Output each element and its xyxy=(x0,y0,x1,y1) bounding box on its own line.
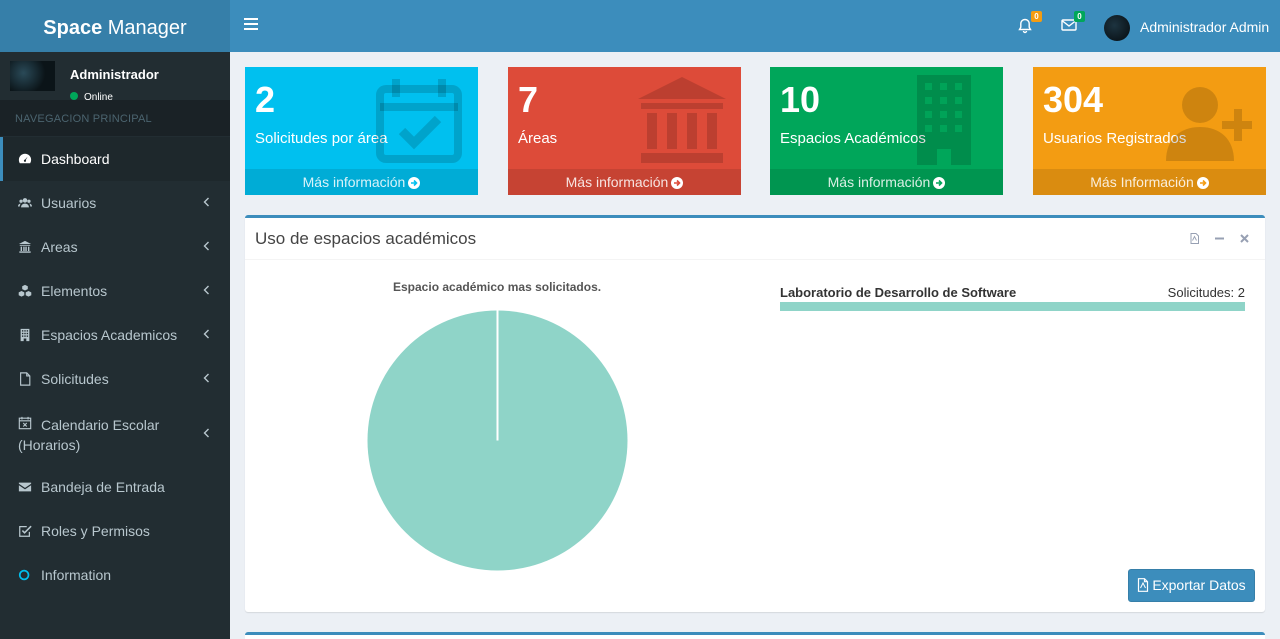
panel-title: Uso de espacios académicos xyxy=(255,229,477,248)
sidebar-item-areas[interactable]: Areas xyxy=(0,225,230,269)
sidebar-user-name: Administrador xyxy=(70,67,159,82)
sidebar-item-label: Areas xyxy=(41,239,78,255)
sidebar-user-image xyxy=(10,61,55,91)
sidebar-menu: Dashboard Usuarios Areas Elementos Espac… xyxy=(0,137,230,597)
stat-box-solicitudes: 2 Solicitudes por área Más información xyxy=(245,67,478,195)
progress-bar-fill xyxy=(780,302,1245,311)
institution-large-icon xyxy=(638,77,726,163)
stat-value: 10 xyxy=(780,79,821,120)
stat-more-info-link[interactable]: Más información xyxy=(508,169,741,195)
stat-more-info-link[interactable]: Más información xyxy=(770,169,1003,195)
sidebar-item-elementos[interactable]: Elementos xyxy=(0,269,230,313)
cubes-icon xyxy=(18,284,32,297)
file-icon xyxy=(20,372,31,386)
sidebar-item-label: Usuarios xyxy=(41,195,97,211)
sidebar-section-title: NAVEGACION PRINCIPAL xyxy=(0,100,230,136)
panel-header: Uso de espacios académicos xyxy=(245,218,1265,260)
dashboard-icon xyxy=(18,153,32,164)
sidebar-item-usuarios[interactable]: Usuarios xyxy=(0,181,230,225)
sidebar-item-label: Espacios Academicos xyxy=(41,327,178,343)
chevron-left-icon xyxy=(203,285,209,295)
progress-bar xyxy=(780,302,1245,311)
stat-footer-text: Más información xyxy=(827,174,931,190)
stat-footer-text: Más información xyxy=(565,174,669,190)
status-text: Online xyxy=(84,92,113,100)
arrow-circle-right-icon xyxy=(408,177,421,189)
progress-count: Solicitudes: 2 xyxy=(1167,285,1245,300)
sidebar-item-solicitudes[interactable]: Solicitudes xyxy=(0,357,230,401)
next-panel-edge xyxy=(245,632,1265,639)
pie-chart xyxy=(367,310,628,571)
app-logo[interactable]: Space Manager xyxy=(0,0,230,52)
chevron-left-icon xyxy=(203,329,209,339)
sidebar-item-label: Calendario Escolar (Horarios) xyxy=(18,417,160,453)
envelope-icon xyxy=(18,482,32,492)
logo-light-text: Manager xyxy=(102,17,187,39)
sidebar-user-status: Online xyxy=(70,92,113,100)
sidebar: Administrador Online NAVEGACION PRINCIPA… xyxy=(0,52,230,639)
usage-panel: Uso de espacios académicos Espacio acadé… xyxy=(245,215,1265,612)
users-icon xyxy=(18,198,32,208)
sidebar-item-roles-y-permisos[interactable]: Roles y Permisos xyxy=(0,509,230,553)
online-dot-icon xyxy=(70,92,78,100)
calendar-check-icon xyxy=(376,79,462,163)
institution-icon xyxy=(18,240,32,253)
sidebar-item-label: Elementos xyxy=(41,283,108,299)
sidebar-item-bandeja-de-entrada[interactable]: Bandeja de Entrada xyxy=(0,465,230,509)
stat-footer-text: Más Información xyxy=(1090,174,1194,190)
building-large-icon xyxy=(917,75,971,165)
sidebar-item-label: Roles y Permisos xyxy=(41,523,150,539)
arrow-circle-right-icon xyxy=(1196,177,1209,189)
check-square-icon xyxy=(19,525,32,537)
pdf-file-icon[interactable] xyxy=(1189,233,1200,244)
stat-value: 304 xyxy=(1043,79,1104,120)
export-label: Exportar Datos xyxy=(1152,577,1246,593)
chevron-left-icon xyxy=(203,241,209,251)
sidebar-item-information[interactable]: Information xyxy=(0,553,230,597)
stat-box-usuarios: 304 Usuarios Registrados Más Información xyxy=(1033,67,1266,195)
circle-icon xyxy=(18,569,30,581)
chevron-left-icon xyxy=(203,373,209,383)
stat-more-info-link[interactable]: Más información xyxy=(245,169,478,195)
sidebar-item-label: Dashboard xyxy=(41,151,110,167)
notifications-button[interactable]: 0 xyxy=(1018,11,1042,34)
user-menu-name[interactable]: Administrador Admin xyxy=(1140,19,1269,35)
building-icon xyxy=(20,328,30,342)
stat-value: 7 xyxy=(518,79,539,120)
progress-label: Laboratorio de Desarrollo de Software xyxy=(780,285,1017,300)
sidebar-toggle-icon[interactable] xyxy=(244,18,258,32)
pdf-icon xyxy=(1138,578,1149,592)
user-plus-icon xyxy=(1166,87,1252,161)
sidebar-item-espacios-academicos[interactable]: Espacios Academicos xyxy=(0,313,230,357)
sidebar-item-label: Information xyxy=(41,567,112,583)
messages-count-badge: 0 xyxy=(1074,11,1085,22)
close-icon[interactable] xyxy=(1239,233,1250,244)
sidebar-item-label: Solicitudes xyxy=(41,371,109,387)
stat-label: Solicitudes por área xyxy=(255,130,388,147)
stat-value: 2 xyxy=(255,79,276,120)
arrow-circle-right-icon xyxy=(671,177,684,189)
top-navbar: 0 0 Administrador Admin xyxy=(230,0,1280,52)
bell-icon xyxy=(1018,18,1032,34)
messages-button[interactable]: 0 xyxy=(1061,11,1085,34)
stat-more-info-link[interactable]: Más Información xyxy=(1033,169,1266,195)
sidebar-item-dashboard[interactable]: Dashboard xyxy=(0,137,230,181)
chevron-left-icon xyxy=(203,197,209,207)
user-avatar[interactable] xyxy=(1104,15,1130,41)
arrow-circle-right-icon xyxy=(933,177,946,189)
chevron-left-icon xyxy=(203,428,209,438)
stat-label: Áreas xyxy=(518,130,558,147)
stat-box-areas: 7 Áreas Más información xyxy=(508,67,741,195)
sidebar-item-label: Bandeja de Entrada xyxy=(41,479,165,495)
chart-title: Espacio académico mas solicitados. xyxy=(393,280,602,294)
sidebar-item-calendario-escolar[interactable]: Calendario Escolar (Horarios) xyxy=(0,401,230,465)
sidebar-user-panel: Administrador Online xyxy=(0,52,230,100)
collapse-minus-icon[interactable] xyxy=(1214,233,1225,244)
stat-box-espacios: 10 Espacios Académicos Más información xyxy=(770,67,1003,195)
export-data-button[interactable]: Exportar Datos xyxy=(1128,569,1255,602)
logo-bold-text: Space xyxy=(43,17,103,39)
stat-footer-text: Más información xyxy=(302,174,406,190)
notifications-count-badge: 0 xyxy=(1031,11,1042,22)
